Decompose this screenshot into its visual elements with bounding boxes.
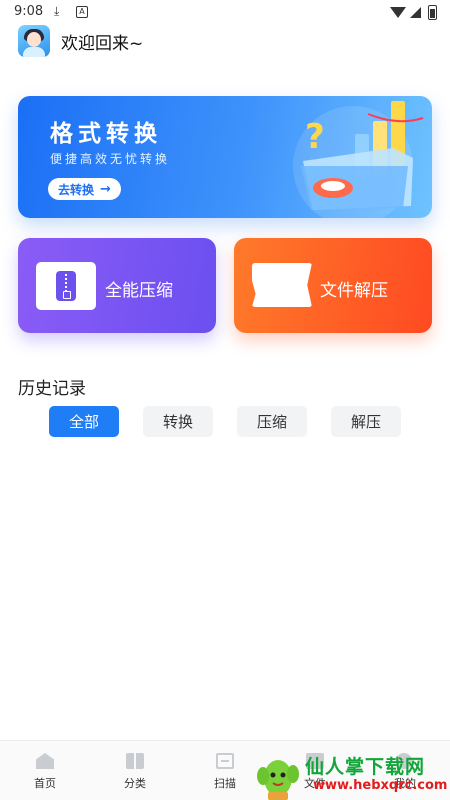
tab-all[interactable]: 全部 bbox=[49, 406, 119, 437]
tab-compress[interactable]: 压缩 bbox=[237, 406, 307, 437]
svg-text:?: ? bbox=[305, 117, 325, 157]
a-icon: A bbox=[76, 6, 88, 18]
scan-icon bbox=[216, 753, 234, 769]
history-tabs: 全部 转换 压缩 解压 bbox=[0, 406, 450, 437]
zip-icon bbox=[56, 271, 76, 301]
tab-convert[interactable]: 转换 bbox=[143, 406, 213, 437]
download-icon: ⤓ bbox=[54, 4, 60, 18]
tab-extract[interactable]: 解压 bbox=[331, 406, 401, 437]
banner-subtitle: 便捷高效无忧转换 bbox=[50, 152, 171, 166]
extract-icon bbox=[252, 263, 312, 307]
compress-card[interactable]: 全能压缩 bbox=[18, 238, 216, 333]
format-convert-banner[interactable]: 格式转换 便捷高效无忧转换 去转换 → ? bbox=[18, 96, 432, 218]
nav-item-home[interactable]: 首页 bbox=[10, 741, 80, 800]
nav-label: 扫描 bbox=[214, 777, 236, 790]
header: 欢迎回来~ bbox=[18, 25, 143, 57]
folder-illustration-icon: ? bbox=[293, 101, 424, 218]
extract-card-label: 文件解压 bbox=[320, 281, 388, 301]
nav-label: 首页 bbox=[34, 777, 56, 790]
cactus-logo-icon bbox=[257, 760, 299, 800]
zip-icon-box bbox=[36, 262, 96, 310]
nav-item-category[interactable]: 分类 bbox=[100, 741, 170, 800]
watermark-url: www.hebxqrc.com bbox=[313, 778, 448, 793]
arrow-right-icon: → bbox=[100, 181, 111, 197]
welcome-text: 欢迎回来~ bbox=[61, 33, 144, 54]
extract-card[interactable]: 文件解压 bbox=[234, 238, 432, 333]
nav-item-scan[interactable]: 扫描 bbox=[190, 741, 260, 800]
watermark: 仙人掌下载网 www.hebxqrc.com bbox=[255, 748, 450, 800]
banner-title: 格式转换 bbox=[50, 121, 162, 147]
status-time: 9:08 bbox=[14, 4, 44, 19]
home-icon bbox=[36, 753, 54, 769]
watermark-name: 仙人掌下载网 bbox=[305, 756, 426, 778]
nav-label: 分类 bbox=[124, 777, 146, 790]
go-convert-label: 去转换 bbox=[58, 182, 95, 197]
signal-icon bbox=[410, 7, 421, 18]
status-bar: 9:08 ⤓ A bbox=[0, 0, 450, 24]
category-icon bbox=[126, 753, 144, 769]
history-title: 历史记录 bbox=[18, 379, 86, 399]
battery-icon bbox=[428, 5, 437, 20]
avatar[interactable] bbox=[18, 25, 50, 57]
compress-card-label: 全能压缩 bbox=[105, 281, 173, 301]
wifi-icon bbox=[390, 7, 406, 18]
go-convert-button[interactable]: 去转换 → bbox=[48, 178, 121, 200]
